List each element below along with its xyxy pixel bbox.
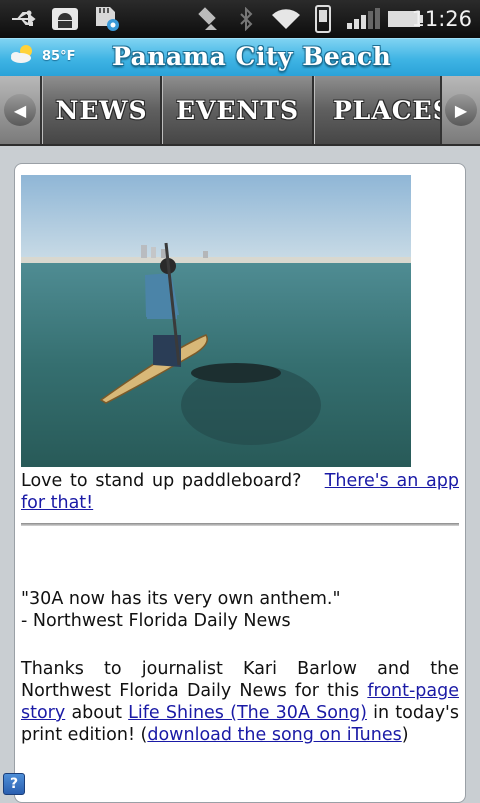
- signal-strength-icon: [344, 6, 382, 32]
- quote-source: - Northwest Florida Daily News: [21, 611, 291, 631]
- chevron-left-icon: ◀: [4, 94, 36, 126]
- quote-text: "30A now has its very own anthem.": [21, 589, 341, 609]
- weather-widget[interactable]: 85°F: [10, 43, 75, 69]
- satellite-icon: [196, 6, 226, 32]
- status-bar: 11:26: [0, 0, 480, 38]
- itunes-link[interactable]: download the song on iTunes: [147, 725, 401, 745]
- clock: 11:26: [411, 7, 472, 31]
- nav-bar: NEWS EVENTS PLACES ◀ ▶: [0, 76, 480, 146]
- tab-news[interactable]: NEWS: [42, 76, 162, 144]
- divider: [21, 523, 459, 526]
- tab-events[interactable]: EVENTS: [162, 76, 314, 144]
- song-link[interactable]: Life Shines (The 30A Song): [128, 703, 367, 723]
- chevron-right-icon: ▶: [445, 94, 477, 126]
- paddleboard-photo[interactable]: [21, 175, 411, 467]
- body-text-2: about: [71, 703, 122, 723]
- title-bar: 85°F Panama City Beach: [0, 38, 480, 76]
- bluetooth-icon: [234, 6, 258, 32]
- help-button[interactable]: ?: [3, 773, 25, 795]
- nav-next-button[interactable]: ▶: [440, 76, 480, 144]
- usb-icon: [8, 6, 42, 32]
- android-debug-icon: [48, 6, 82, 32]
- sd-card-icon: [90, 6, 124, 32]
- tab-label: PLACES: [333, 95, 452, 125]
- article-card: Love to stand up paddleboard? There's an…: [14, 163, 466, 803]
- photo-caption: Love to stand up paddleboard? There's an…: [21, 470, 459, 514]
- nav-prev-button[interactable]: ◀: [0, 76, 42, 144]
- body-text-4: ): [401, 725, 409, 745]
- tab-label: NEWS: [55, 95, 148, 125]
- article-body: Thanks to journalist Kari Barlow and the…: [21, 658, 459, 746]
- wifi-icon: [268, 6, 304, 32]
- phone-signal-icon: [308, 5, 338, 33]
- partly-cloudy-icon: [10, 43, 38, 69]
- caption-text: Love to stand up paddleboard?: [21, 471, 302, 491]
- weather-temp: 85°F: [42, 48, 76, 64]
- tab-label: EVENTS: [175, 95, 300, 125]
- page-title: Panama City Beach: [112, 42, 392, 71]
